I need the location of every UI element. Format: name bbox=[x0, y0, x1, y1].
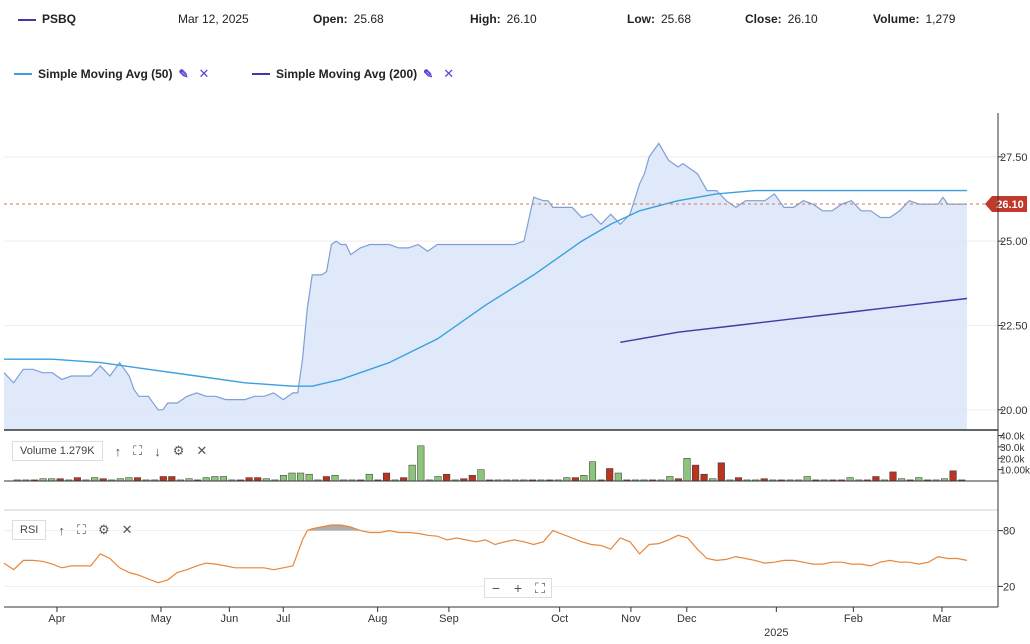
volume-bar bbox=[133, 477, 142, 482]
volume-tick-label: 10.00k bbox=[1000, 466, 1030, 477]
volume-bar bbox=[468, 475, 476, 482]
rsi-y-axis: 2080 bbox=[998, 526, 1015, 593]
rsi-settings-gear-icon[interactable]: ⚙ bbox=[98, 522, 110, 538]
time-tick-label: Aug bbox=[368, 613, 388, 625]
zoom-in-plus-icon[interactable]: + bbox=[507, 579, 529, 597]
volume-bar bbox=[322, 476, 330, 482]
volume-bar bbox=[477, 469, 485, 482]
rsi-series-line bbox=[3, 524, 968, 584]
price-tick-label: 25.00 bbox=[1000, 236, 1028, 248]
volume-bar bbox=[915, 477, 923, 482]
price-y-axis: 20.00 22.50 25.00 27.50 bbox=[998, 152, 1028, 417]
volume-bar bbox=[305, 473, 313, 482]
volume-bar bbox=[434, 476, 442, 482]
volume-bar bbox=[692, 464, 700, 482]
volume-bar bbox=[288, 472, 296, 482]
volume-bar bbox=[683, 458, 691, 482]
move-up-arrow-icon[interactable]: ↑ bbox=[115, 444, 122, 459]
volume-bar bbox=[91, 477, 99, 482]
volume-bar bbox=[872, 476, 880, 482]
year-label: 2025 bbox=[764, 627, 788, 639]
volume-bar bbox=[254, 477, 262, 482]
volume-bar bbox=[606, 468, 614, 482]
volume-bar bbox=[382, 472, 391, 482]
volume-bar bbox=[889, 471, 897, 482]
volume-settings-gear-icon[interactable]: ⚙ bbox=[173, 443, 185, 459]
volume-bar bbox=[331, 475, 339, 482]
rsi-move-up-arrow-icon[interactable]: ↑ bbox=[58, 523, 65, 538]
expand-panel-icon[interactable]: ⛶ bbox=[133, 443, 142, 459]
volume-bar bbox=[211, 476, 219, 482]
time-x-axis: Apr May Jun Jul Aug Sep Oct Nov Dec Feb Mar 2025 bbox=[48, 607, 952, 639]
fit-screen-icon[interactable]: ⛶ bbox=[529, 579, 551, 597]
volume-tick-label: 20.0k bbox=[1000, 454, 1025, 465]
rsi-panel-toolbar: RSI ↑ ⛶ ⚙ ✕ bbox=[12, 520, 145, 540]
price-tick-label: 20.00 bbox=[1000, 405, 1028, 417]
volume-bar bbox=[803, 476, 811, 482]
time-tick-label: Feb bbox=[844, 613, 863, 625]
volume-bar bbox=[400, 477, 408, 482]
rsi-expand-panel-icon[interactable]: ⛶ bbox=[77, 522, 86, 538]
volume-bar bbox=[734, 477, 743, 482]
time-tick-label: May bbox=[151, 613, 172, 625]
remove-volume-close-icon[interactable]: ✕ bbox=[196, 443, 207, 459]
volume-bar bbox=[168, 476, 176, 482]
volume-bar bbox=[580, 475, 588, 482]
volume-tick-label: 30.0k bbox=[1000, 443, 1025, 454]
volume-y-axis: 10.00k20.0k30.0k40.0k bbox=[998, 432, 1030, 477]
volume-bar bbox=[571, 477, 579, 482]
time-tick-label: Dec bbox=[677, 613, 697, 625]
time-tick-label: Jul bbox=[276, 613, 290, 625]
stock-chart[interactable]: 20.00 22.50 25.00 27.50 26.10 10.00k20.0k30… bbox=[0, 0, 1030, 644]
time-tick-label: Jun bbox=[220, 613, 238, 625]
volume-bar bbox=[717, 462, 725, 482]
volume-bar bbox=[666, 476, 674, 482]
volume-bar bbox=[443, 473, 451, 482]
volume-bar bbox=[614, 472, 622, 482]
price-tick-label: 27.50 bbox=[1000, 152, 1028, 164]
rsi-tick-label: 80 bbox=[1003, 526, 1015, 538]
volume-bar bbox=[588, 461, 597, 482]
price-area-fill bbox=[4, 143, 967, 430]
last-price-badge: 26.10 bbox=[985, 196, 1027, 213]
volume-bar bbox=[417, 445, 425, 482]
volume-bar bbox=[297, 472, 305, 482]
volume-bar bbox=[202, 477, 210, 482]
volume-bar bbox=[846, 477, 854, 482]
volume-bar bbox=[700, 473, 708, 482]
volume-tick-label: 40.0k bbox=[1000, 432, 1025, 443]
volume-bar bbox=[279, 475, 288, 482]
volume-bar bbox=[408, 464, 416, 482]
volume-bar bbox=[219, 476, 227, 482]
move-down-arrow-icon[interactable]: ↓ bbox=[154, 444, 161, 459]
volume-bar bbox=[125, 477, 133, 482]
last-price-badge-text: 26.10 bbox=[996, 199, 1024, 211]
time-tick-label: Apr bbox=[48, 613, 65, 625]
price-tick-label: 22.50 bbox=[1000, 320, 1028, 332]
rsi-panel-label: RSI bbox=[12, 520, 47, 540]
time-tick-label: Mar bbox=[932, 613, 951, 625]
volume-bar bbox=[949, 470, 957, 482]
rsi-tick-label: 20 bbox=[1003, 581, 1015, 593]
time-tick-label: Nov bbox=[621, 613, 641, 625]
zoom-controls: − + ⛶ bbox=[484, 578, 552, 598]
zoom-out-minus-icon[interactable]: − bbox=[485, 579, 507, 597]
volume-panel-toolbar: Volume 1.279K ↑ ⛶ ↓ ⚙ ✕ bbox=[12, 441, 219, 461]
volume-bar bbox=[563, 477, 571, 482]
volume-bar bbox=[365, 473, 373, 482]
volume-bar bbox=[73, 477, 81, 482]
volume-panel-label: Volume 1.279K bbox=[12, 441, 103, 461]
time-tick-label: Sep bbox=[439, 613, 459, 625]
volume-bar bbox=[245, 477, 253, 482]
volume-bar bbox=[159, 476, 167, 482]
time-tick-label: Oct bbox=[551, 613, 568, 625]
remove-rsi-close-icon[interactable]: ✕ bbox=[122, 522, 133, 538]
